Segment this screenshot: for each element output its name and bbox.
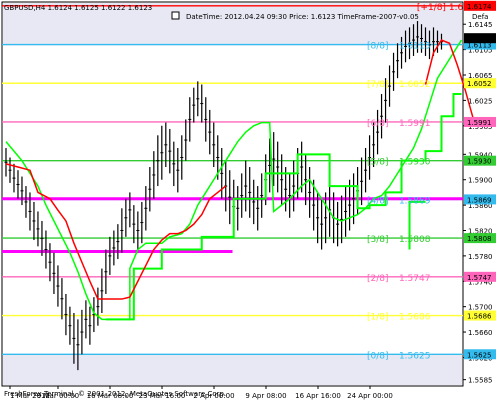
murrey-label-0: [+1/8] (417, 3, 446, 13)
chart-window: [+1/8] 1.6174 [8/8] 1.6113 [7/8] 1.6052 [6/8] 1… (0, 0, 497, 416)
murrey-label-6: [3/8] (367, 235, 389, 245)
price-tag-label-5: 1.5869 (467, 196, 492, 204)
y-tick-label-6: 1.5900 (468, 177, 493, 185)
murrey-value-9: 1.5625 (399, 351, 431, 361)
murrey-label-4: [5/8] (367, 158, 389, 168)
price-tag-label-6: 1.5808 (467, 235, 492, 243)
x-tick-label-7: 24 Apr 00:00 (347, 392, 393, 400)
price-tag-label-9: 1.5625 (467, 351, 492, 359)
y-tick-label-11: 1.5700 (468, 304, 493, 312)
price-tag-label-10: 1.6123 (467, 35, 492, 43)
murrey-label-7: [2/8] (367, 274, 389, 284)
info-checkbox[interactable] (171, 11, 180, 20)
x-tick-label-5: 9 Apr 08:00 (245, 392, 286, 400)
murrey-value-4: 1.5930 (399, 158, 431, 168)
murrey-label-3: [6/8] (367, 119, 389, 129)
murrey-value-7: 1.5747 (399, 274, 431, 284)
murrey-label-1: [8/8] (367, 42, 389, 52)
info-right: Defa (472, 13, 488, 21)
y-tick-label-3: 1.6025 (468, 97, 493, 105)
info-text: DateTime: 2012.04.24 09:30 Price: 1.6123… (186, 13, 419, 21)
murrey-value-5: 1.5869 (399, 196, 431, 206)
window-title: GBPUSD,H4 1.6124 1.6125 1.6122 1.6123 (4, 4, 152, 12)
x-tick-label-6: 16 Apr 16:00 (295, 392, 341, 400)
murrey-value-1: 1.6113 (399, 42, 431, 52)
murrey-value-3: 1.5991 (399, 119, 431, 129)
copyright-text: FreshForex Terminal, © 2001-2012, MetaQu… (4, 390, 226, 398)
murrey-value-6: 1.5808 (399, 235, 431, 245)
y-tick-label-12: 1.5660 (468, 329, 493, 337)
shade-bottom (3, 354, 462, 385)
murrey-value-8: 1.5686 (399, 313, 431, 323)
price-tag-label-8: 1.5686 (467, 313, 492, 321)
murrey-label-5: [4/8] (367, 196, 389, 206)
price-tag-label-7: 1.5747 (467, 274, 492, 282)
price-tag-label-4: 1.5930 (467, 158, 492, 166)
price-tag-label-3: 1.5991 (467, 119, 492, 127)
murrey-value-2: 1.6052 (399, 80, 431, 90)
price-tag-label-2: 1.6052 (467, 80, 492, 88)
y-tick-label-14: 1.5585 (468, 377, 493, 385)
murrey-label-2: [7/8] (367, 80, 389, 90)
murrey-label-8: [1/8] (367, 313, 389, 323)
price-tag-label-0: 1.6174 (467, 3, 492, 11)
murrey-label-9: [0/8] (367, 351, 389, 361)
price-chart[interactable]: [+1/8] 1.6174 [8/8] 1.6113 [7/8] 1.6052 [6/8] 1… (0, 0, 497, 416)
y-tick-label-9: 1.5780 (468, 253, 493, 261)
y-tick-label-0: 1.6145 (468, 21, 493, 29)
